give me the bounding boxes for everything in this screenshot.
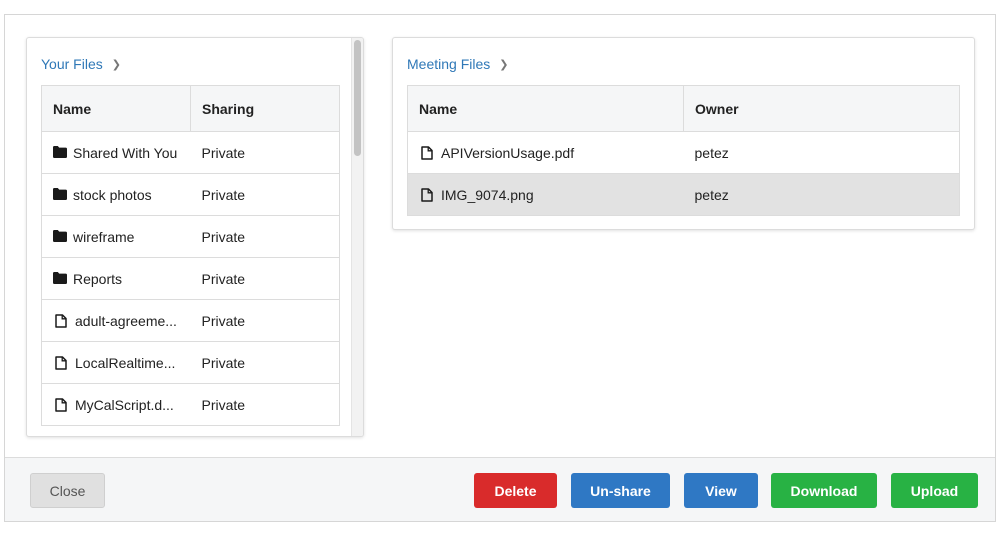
file-icon (421, 145, 435, 160)
file-icon (55, 313, 69, 328)
file-icon (55, 355, 69, 370)
upload-button[interactable]: Upload (891, 473, 978, 508)
meeting-files-breadcrumb: Meeting Files ❯ (407, 55, 508, 73)
name-cell[interactable]: APIVersionUsage.pdf (407, 131, 684, 174)
unshare-button[interactable]: Un-share (571, 473, 670, 508)
sharing-cell: Private (190, 215, 340, 258)
sharing-cell: Private (190, 131, 340, 174)
table-row[interactable]: wireframe Private (41, 215, 340, 258)
meeting-files-panel: Meeting Files ❯ Name Owner APIVersionUsa… (392, 37, 975, 230)
name-cell[interactable]: stock photos (41, 173, 191, 216)
chevron-right-icon: ❯ (111, 58, 121, 71)
name-cell[interactable]: Reports (41, 257, 191, 300)
scrollbar-thumb[interactable] (354, 40, 361, 156)
name-cell[interactable]: wireframe (41, 215, 191, 258)
table-row[interactable]: adult-agreeme... Private (41, 299, 340, 342)
name-cell[interactable]: Shared With You (41, 131, 191, 174)
table-row[interactable]: stock photos Private (41, 173, 340, 216)
folder-icon (53, 229, 67, 244)
sharing-cell: Private (190, 173, 340, 216)
file-icon (55, 397, 69, 412)
chevron-right-icon: ❯ (499, 58, 509, 71)
breadcrumb-link-your-files[interactable]: Your Files (41, 56, 103, 72)
sharing-cell: Private (190, 341, 340, 384)
folder-icon (53, 187, 67, 202)
file-name: Shared With You (73, 144, 178, 161)
table-row[interactable]: IMG_9074.png petez (407, 173, 960, 216)
column-header-name[interactable]: Name (407, 85, 684, 132)
table-row[interactable]: APIVersionUsage.pdf petez (407, 131, 960, 174)
delete-button[interactable]: Delete (474, 473, 557, 508)
table-row[interactable]: MyCalScript.d... Private (41, 383, 340, 426)
folder-icon (53, 145, 67, 160)
file-icon (421, 187, 435, 202)
your-files-breadcrumb: Your Files ❯ (41, 55, 121, 73)
name-cell[interactable]: LocalRealtime... (41, 341, 191, 384)
column-header-name[interactable]: Name (41, 85, 191, 132)
close-button[interactable]: Close (30, 473, 105, 508)
meeting-files-table: Name Owner APIVersionUsage.pdf petez IMG_9… (407, 85, 960, 216)
your-files-table: Name Sharing Shared With You Private stock… (41, 85, 340, 426)
file-name: MyCalScript.d... (75, 396, 174, 413)
dialog-footer: Close Delete Un-share View Download Uplo… (5, 457, 995, 521)
folder-icon (53, 271, 67, 286)
file-name: Reports (73, 270, 123, 287)
sharing-cell: Private (190, 299, 340, 342)
file-name: IMG_9074.png (441, 186, 534, 203)
name-cell[interactable]: adult-agreeme... (41, 299, 191, 342)
table-row[interactable]: Shared With You Private (41, 131, 340, 174)
owner-cell: petez (683, 131, 960, 174)
file-name: stock photos (73, 186, 152, 203)
file-name: APIVersionUsage.pdf (441, 144, 575, 161)
table-row[interactable]: LocalRealtime... Private (41, 341, 340, 384)
your-files-panel: Your Files ❯ Name Sharing Shared With Yo… (26, 37, 364, 437)
sharing-cell: Private (190, 383, 340, 426)
file-name: LocalRealtime... (75, 354, 176, 371)
column-header-owner[interactable]: Owner (683, 85, 960, 132)
breadcrumb-link-meeting-files[interactable]: Meeting Files (407, 56, 490, 72)
name-cell[interactable]: MyCalScript.d... (41, 383, 191, 426)
column-header-sharing[interactable]: Sharing (190, 85, 340, 132)
file-name: adult-agreeme... (75, 312, 177, 329)
download-button[interactable]: Download (771, 473, 877, 508)
your-files-scrollbar[interactable] (351, 38, 363, 436)
sharing-cell: Private (190, 257, 340, 300)
name-cell[interactable]: IMG_9074.png (407, 173, 684, 216)
file-name: wireframe (73, 228, 135, 245)
view-button[interactable]: View (684, 473, 758, 508)
table-row[interactable]: Reports Private (41, 257, 340, 300)
owner-cell: petez (683, 173, 960, 216)
share-files-dialog: Your Files ❯ Name Sharing Shared With Yo… (4, 14, 996, 522)
